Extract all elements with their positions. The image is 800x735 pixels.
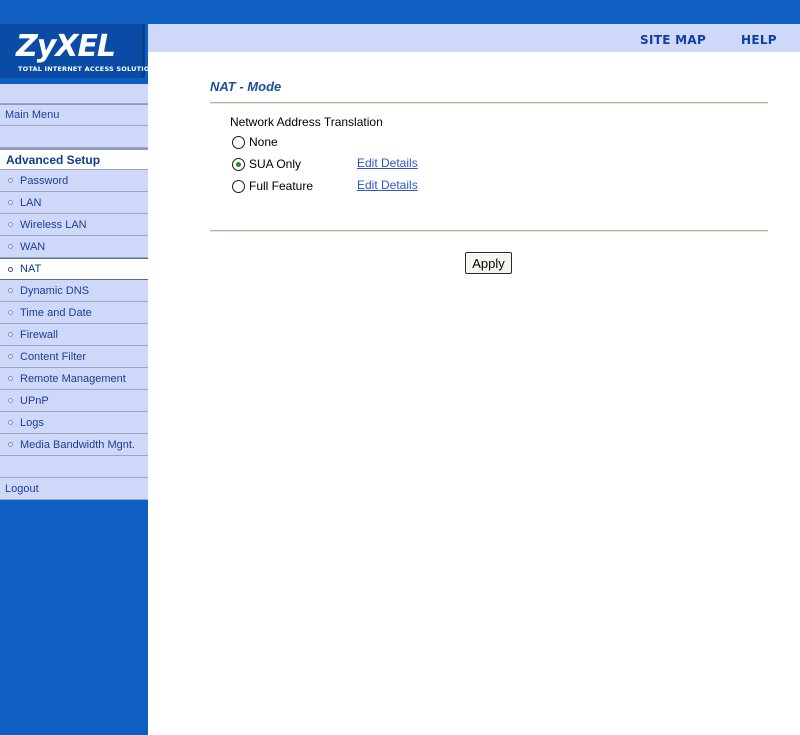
sua-edit-details-link[interactable]: Edit Details bbox=[357, 156, 418, 170]
sidebar-item-label: Media Bandwidth Mgnt. bbox=[20, 438, 135, 451]
option-label: None bbox=[249, 135, 278, 149]
sidebar-item-logs[interactable]: Logs bbox=[0, 412, 148, 434]
sidebar-item-media-bandwidth[interactable]: Media Bandwidth Mgnt. bbox=[0, 434, 148, 456]
option-none[interactable]: None bbox=[232, 135, 278, 149]
sidebar-item-label: Password bbox=[20, 174, 69, 187]
sidebar-item-label: Content Filter bbox=[20, 350, 87, 363]
sidebar-item-label: Remote Management bbox=[20, 372, 126, 385]
sidebar-item-upnp[interactable]: UPnP bbox=[0, 390, 148, 412]
radio-none[interactable] bbox=[232, 135, 245, 149]
sidebar-item-remote-management[interactable]: Remote Management bbox=[0, 368, 148, 390]
bullet-icon bbox=[8, 332, 13, 337]
divider bbox=[210, 102, 768, 104]
sidebar-item-label: Firewall bbox=[20, 328, 58, 341]
sidebar-item-lan[interactable]: LAN bbox=[0, 192, 148, 214]
sidebar-item-label: NAT bbox=[20, 263, 42, 275]
bullet-icon bbox=[8, 310, 13, 315]
page-title: NAT - Mode bbox=[210, 79, 282, 94]
bullet-icon bbox=[8, 222, 13, 227]
main-menu-link[interactable]: Main Menu bbox=[0, 104, 148, 126]
logout-link[interactable]: Logout bbox=[0, 478, 148, 500]
full-feature-edit-details-link[interactable]: Edit Details bbox=[357, 178, 418, 192]
bullet-icon bbox=[8, 288, 13, 293]
radio-sua-only[interactable] bbox=[232, 157, 245, 171]
sidebar-menu: Main Menu Advanced Setup Password LAN Wi… bbox=[0, 84, 148, 500]
section-label: Network Address Translation bbox=[230, 115, 383, 129]
sidebar-item-label: Dynamic DNS bbox=[20, 284, 90, 297]
content-area bbox=[148, 52, 800, 735]
apply-button[interactable]: Apply bbox=[465, 252, 512, 274]
bullet-icon bbox=[8, 354, 13, 359]
option-full-feature[interactable]: Full Feature bbox=[232, 179, 313, 193]
advanced-setup-heading: Advanced Setup bbox=[0, 148, 148, 170]
sidebar-item-dynamic-dns[interactable]: Dynamic DNS bbox=[0, 280, 148, 302]
bullet-icon bbox=[8, 244, 13, 249]
zyxel-logo: ZyXEL bbox=[16, 29, 116, 64]
bullet-icon bbox=[8, 442, 13, 447]
menu-spacer bbox=[0, 126, 148, 148]
help-link[interactable]: HELP bbox=[741, 33, 777, 47]
sidebar-item-wan[interactable]: WAN bbox=[0, 236, 148, 258]
logo-tagline: TOTAL INTERNET ACCESS SOLUTION bbox=[18, 65, 156, 73]
top-banner bbox=[148, 0, 800, 24]
site-map-link[interactable]: SITE MAP bbox=[640, 33, 706, 47]
menu-spacer bbox=[0, 84, 148, 104]
sidebar-item-label: WAN bbox=[20, 240, 46, 253]
sidebar-item-label: Time and Date bbox=[20, 306, 92, 319]
sidebar-item-label: Logs bbox=[20, 416, 44, 429]
radio-full-feature[interactable] bbox=[232, 179, 245, 193]
bullet-icon bbox=[8, 398, 13, 403]
bullet-icon bbox=[8, 420, 13, 425]
bullet-icon bbox=[8, 266, 13, 272]
option-label: SUA Only bbox=[249, 157, 302, 171]
bullet-icon bbox=[8, 376, 13, 381]
bullet-icon bbox=[8, 200, 13, 205]
sidebar-item-firewall[interactable]: Firewall bbox=[0, 324, 148, 346]
bullet-icon bbox=[8, 178, 13, 183]
sidebar-item-wireless-lan[interactable]: Wireless LAN bbox=[0, 214, 148, 236]
sidebar-item-time-and-date[interactable]: Time and Date bbox=[0, 302, 148, 324]
menu-spacer bbox=[0, 456, 148, 478]
option-label: Full Feature bbox=[249, 179, 314, 193]
sidebar-item-label: LAN bbox=[20, 196, 42, 209]
sidebar-item-label: Wireless LAN bbox=[20, 218, 87, 231]
sidebar-item-label: UPnP bbox=[20, 394, 49, 407]
sidebar-item-nat[interactable]: NAT bbox=[0, 258, 148, 280]
sidebar-item-password[interactable]: Password bbox=[0, 170, 148, 192]
divider bbox=[210, 230, 768, 232]
sidebar-item-content-filter[interactable]: Content Filter bbox=[0, 346, 148, 368]
option-sua-only[interactable]: SUA Only bbox=[232, 157, 301, 171]
